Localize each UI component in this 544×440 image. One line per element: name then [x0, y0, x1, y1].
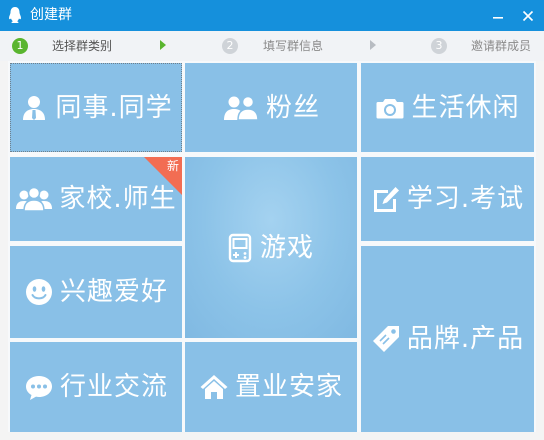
people-icon [223, 95, 259, 121]
step-1-number: 1 [12, 38, 28, 54]
category-label: 学习.考试 [406, 184, 525, 214]
chat-bubble-icon [25, 376, 52, 400]
home-icon [200, 375, 228, 399]
category-label: 游戏 [259, 232, 314, 263]
step-3-label: 邀请群成员 [471, 39, 532, 53]
tag-icon [372, 326, 399, 352]
camera-icon [376, 98, 404, 118]
category-label: 兴趣爱好 [59, 277, 168, 307]
gamepad-icon [228, 233, 252, 262]
edit-icon [373, 187, 399, 212]
minimize-button[interactable] [484, 0, 512, 31]
category-leisure[interactable]: 生活休闲 [361, 63, 534, 152]
category-label: 置业安家 [234, 372, 343, 402]
category-study[interactable]: 学习.考试 [361, 157, 534, 241]
step-arrow-icon [160, 40, 166, 50]
category-label: 品牌.产品 [406, 324, 525, 354]
group-icon [16, 186, 53, 212]
step-2-label: 填写群信息 [263, 39, 324, 53]
category-industry[interactable]: 行业交流 [10, 342, 182, 432]
category-school[interactable]: 家校.师生 新 [10, 157, 182, 241]
close-icon [522, 10, 534, 22]
category-colleagues[interactable]: 同事.同学 [10, 63, 182, 152]
category-hobby[interactable]: 兴趣爱好 [10, 246, 182, 338]
step-3-number: 3 [431, 38, 447, 54]
create-group-window: 创建群 1 选择群类别 2 填写群信息 3 邀请群成员 同事.同学 家校.师生 … [0, 0, 544, 440]
qq-penguin-icon [9, 7, 21, 23]
category-realestate[interactable]: 置业安家 [185, 342, 357, 432]
step-1-label: 选择群类别 [52, 39, 113, 53]
category-game[interactable]: 游戏 [185, 157, 357, 338]
wizard-steps: 1 选择群类别 2 填写群信息 3 邀请群成员 [0, 31, 544, 61]
close-button[interactable] [514, 0, 542, 31]
smiley-icon [25, 279, 52, 305]
category-fans[interactable]: 粉丝 [185, 63, 357, 152]
category-grid: 同事.同学 家校.师生 新 兴趣爱好 行业交流 粉丝 游戏 置业安家 生活休闲 … [8, 61, 536, 432]
category-label: 同事.同学 [55, 92, 173, 123]
person-icon [23, 95, 46, 120]
title-bar: 创建群 [0, 0, 544, 31]
step-2-number: 2 [222, 38, 238, 54]
new-badge-label: 新 [166, 159, 179, 173]
category-label: 行业交流 [59, 372, 168, 402]
category-label: 粉丝 [265, 92, 320, 123]
category-brand[interactable]: 品牌.产品 [361, 246, 534, 432]
step-arrow-icon [370, 40, 376, 50]
category-label: 生活休闲 [411, 92, 520, 123]
minimize-icon [493, 16, 503, 19]
window-title: 创建群 [30, 7, 72, 23]
new-badge: 新 [144, 157, 182, 195]
